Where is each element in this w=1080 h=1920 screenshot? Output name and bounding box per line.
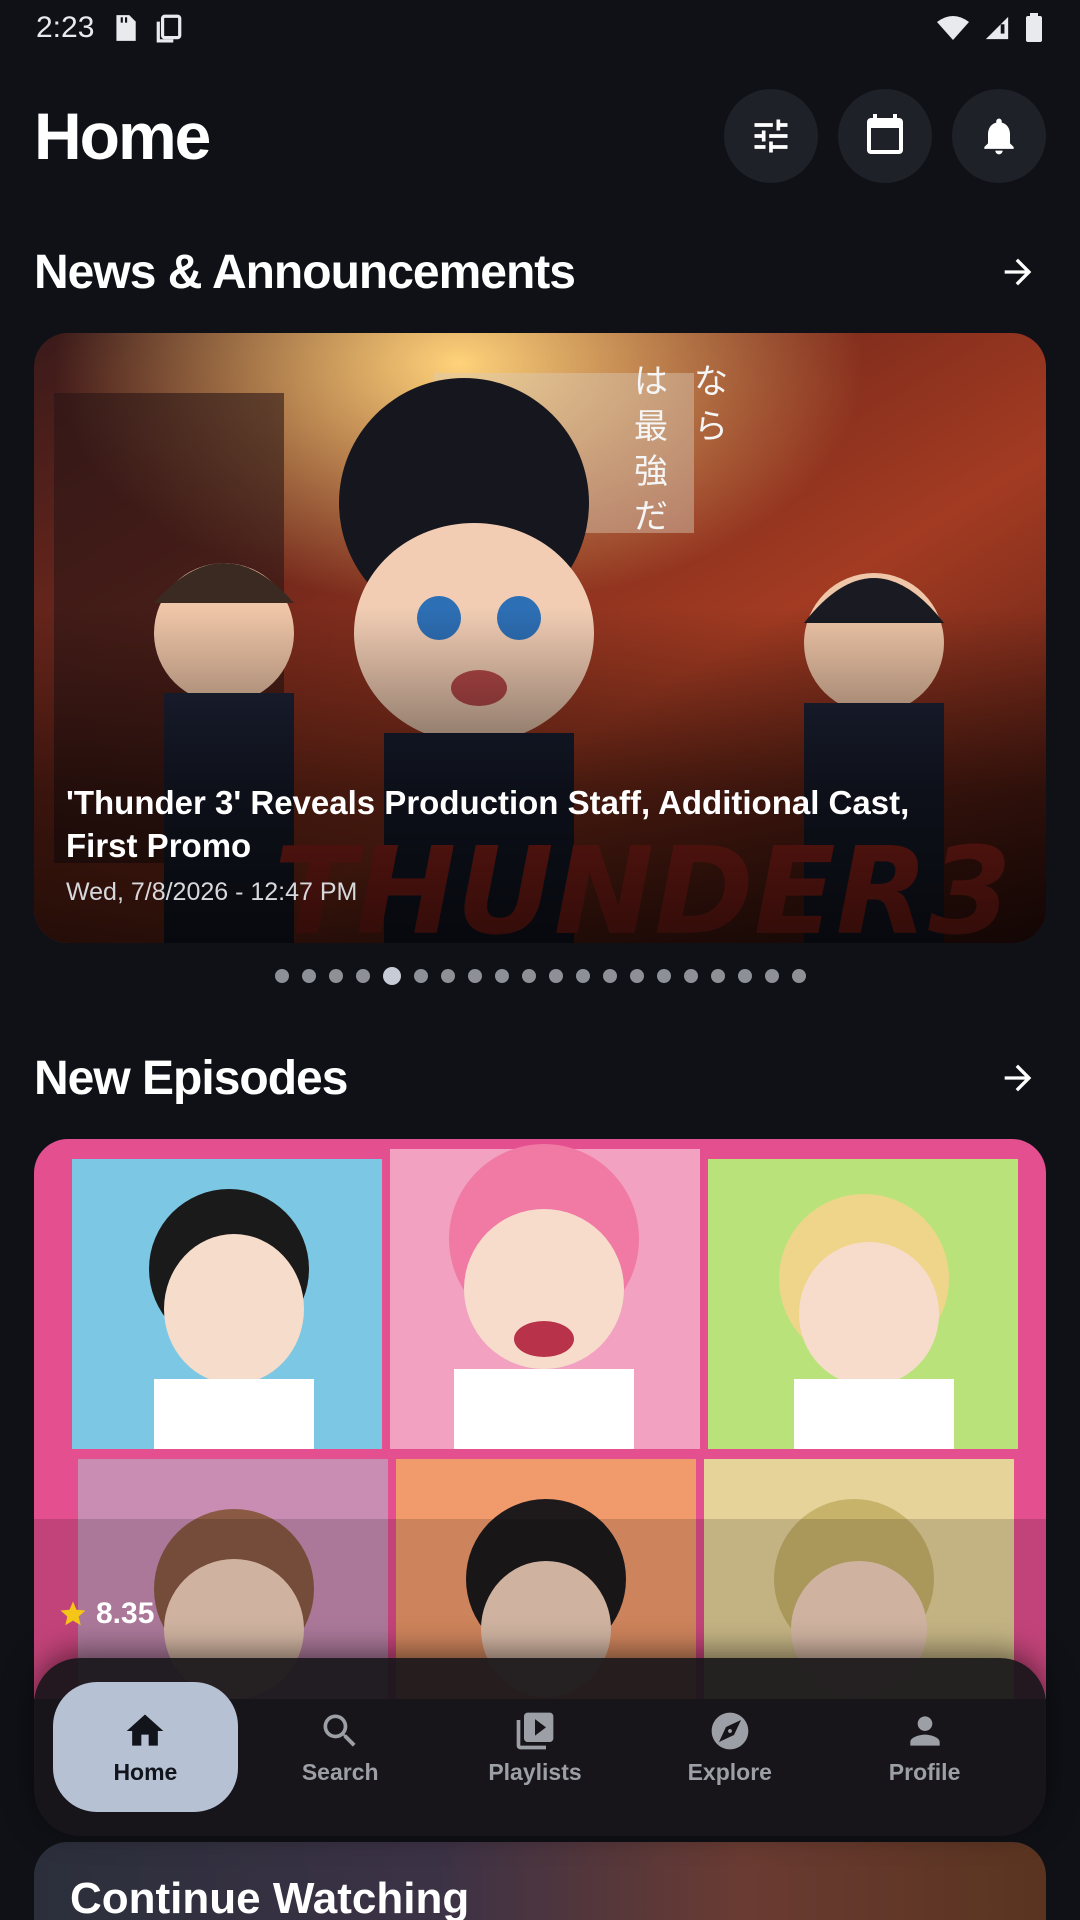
signal-icon [985,16,1009,40]
continue-watching-card[interactable]: Continue Watching [34,1842,1046,1920]
nav-home[interactable]: Home [53,1682,238,1812]
carousel-dot[interactable] [764,969,779,983]
header: Home [34,88,1046,184]
notifications-button[interactable] [952,89,1046,183]
nav-search-label: Search [301,1758,379,1785]
nav-playlists-label: Playlists [488,1758,582,1785]
news-section-header: News & Announcements [34,242,1046,302]
episodes-section-title: New Episodes [34,1051,348,1105]
news-section-title: News & Announcements [34,245,576,299]
carousel-dot[interactable] [629,969,644,983]
carousel-dot[interactable] [683,969,698,983]
nav-profile[interactable]: Profile [832,1682,1017,1812]
carousel-dot[interactable] [440,969,455,983]
person-icon [909,1715,940,1746]
carousel-dot[interactable] [382,967,401,985]
star-icon [60,1601,86,1626]
carousel-dot[interactable] [521,969,536,983]
wifi-icon [937,16,969,40]
continue-watching-title: Continue Watching [70,1874,470,1920]
status-bar: 2:23 [0,0,1080,56]
home-icon [127,1714,164,1746]
arrow-right-icon [1004,258,1032,286]
search-icon [323,1714,356,1747]
arrow-right-icon [1004,1064,1032,1092]
news-headline: 'Thunder 3' Reveals Production Staff, Ad… [66,784,910,864]
nav-explore-label: Explore [687,1758,772,1785]
page-title: Home [34,99,211,173]
rating-value: 8.35 [96,1597,155,1630]
news-date: Wed, 7/8/2026 - 12:47 PM [66,878,358,906]
episodes-section-header: New Episodes [34,1048,1046,1108]
carousel-dot[interactable] [575,969,590,983]
episodes-see-all-button[interactable] [990,1050,1046,1106]
playlist-icon [516,1712,554,1749]
carousel-dot[interactable] [656,969,671,983]
carousel-dot[interactable] [791,969,806,983]
calendar-icon [867,114,903,154]
battery-icon [1026,13,1042,42]
bell-icon [984,118,1014,155]
episode-rating: 8.35 [58,1597,154,1631]
nav-playlists[interactable]: Playlists [443,1682,628,1812]
filter-sliders-icon [754,119,788,153]
filter-button[interactable] [724,89,818,183]
nav-home-label: Home [113,1758,178,1785]
carousel-dot[interactable] [355,969,370,983]
news-card[interactable]: は 最 強 だ な ら THUNDER3 'Thunder 3' Reveals… [34,333,1046,943]
nav-profile-label: Profile [888,1758,961,1785]
carousel-dot[interactable] [710,969,725,983]
nav-search[interactable]: Search [248,1682,433,1812]
carousel-dot[interactable] [467,969,482,983]
nav-explore[interactable]: Explore [637,1682,822,1812]
episode-artwork [34,1139,1046,1699]
carousel-dot[interactable] [328,969,343,983]
carousel-dot[interactable] [413,969,428,983]
status-time: 2:23 [36,11,95,44]
carousel-dot[interactable] [602,969,617,983]
episode-card[interactable]: 8.35 [34,1139,1046,1699]
calendar-button[interactable] [838,89,932,183]
carousel-dot[interactable] [301,969,316,983]
carousel-dots [0,967,1080,985]
carousel-dot[interactable] [274,969,289,983]
bottom-navigation: Home Search Playlists Explore Profile [34,1658,1046,1836]
carousel-dot[interactable] [494,969,509,983]
news-see-all-button[interactable] [990,244,1046,300]
sd-card-icon [116,15,137,41]
compass-icon [711,1712,749,1749]
screenshot-icon [157,14,182,43]
carousel-dot[interactable] [548,969,563,983]
carousel-dot[interactable] [737,969,752,983]
